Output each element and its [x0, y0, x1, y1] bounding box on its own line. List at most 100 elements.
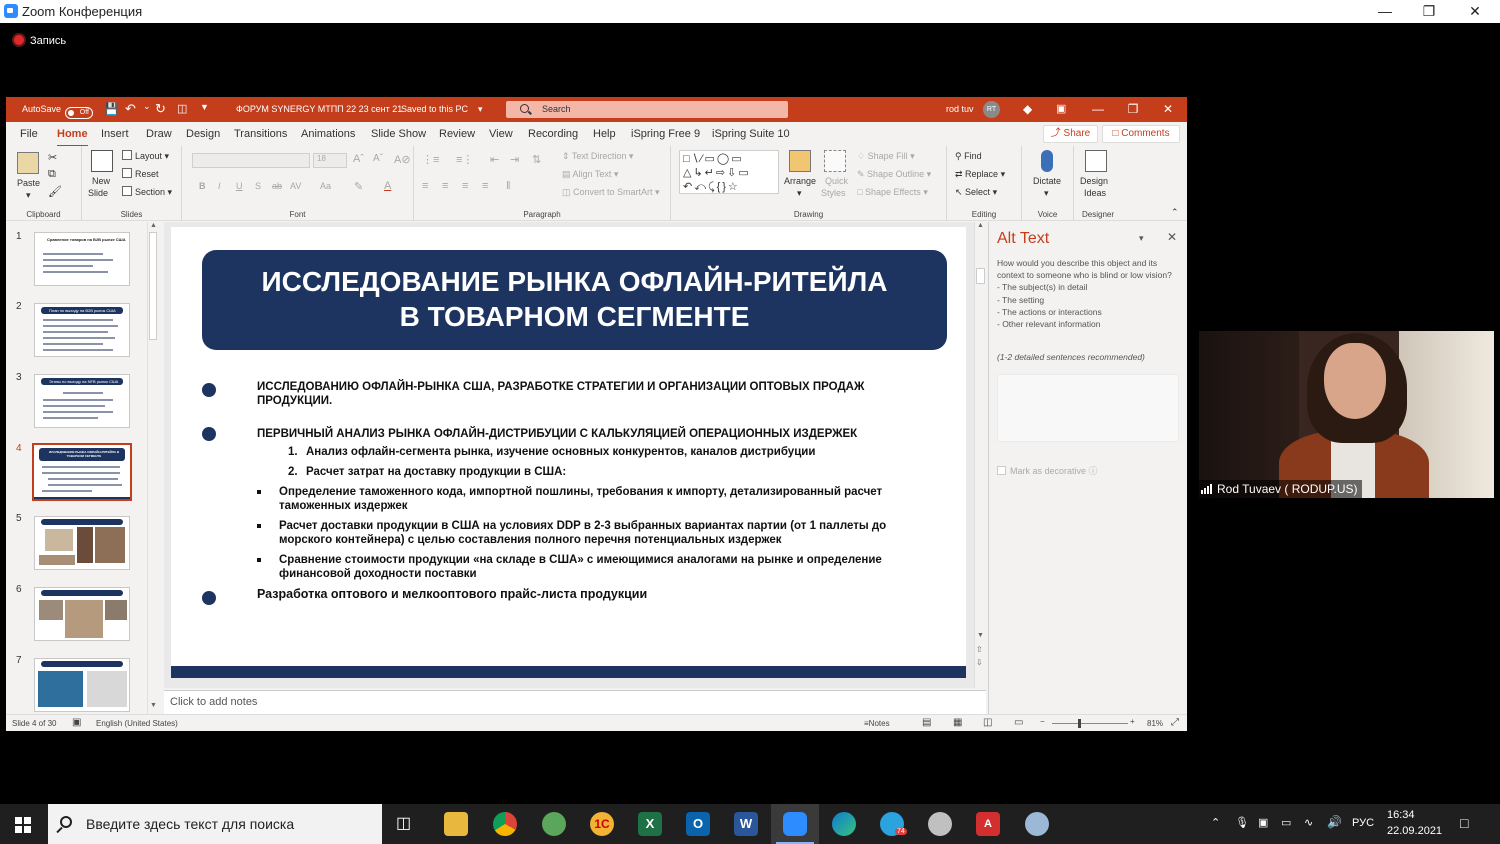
language-indicator[interactable]: English (United States) [96, 719, 178, 728]
tab-file[interactable]: File [20, 128, 38, 140]
shape-outline-button[interactable]: ✎ Shape Outline ▾ [857, 169, 931, 180]
change-case-button[interactable]: Aa [320, 181, 331, 191]
ribbon-display-icon[interactable]: ▣ [1056, 102, 1066, 115]
clock-time[interactable]: 16:34 [1387, 809, 1415, 821]
battery-icon[interactable]: ▭ [1281, 816, 1291, 829]
diamond-icon[interactable]: ◆ [1023, 102, 1032, 116]
pane-options-icon[interactable]: ▾ [1139, 233, 1144, 244]
zoom-app-icon[interactable] [783, 812, 807, 836]
tab-insert[interactable]: Insert [101, 128, 129, 140]
volume-icon[interactable]: 🔊 [1327, 815, 1342, 829]
language-indicator[interactable]: РУС [1352, 817, 1374, 829]
text-direction-button[interactable]: ⇕ Text Direction ▾ [562, 151, 633, 162]
accessibility-icon[interactable]: ▣ [72, 717, 81, 728]
saved-dropdown-icon[interactable]: ▾ [478, 104, 483, 115]
1c-icon[interactable]: 1С [590, 812, 614, 836]
slide-thumbnail-1[interactable]: Сравнение товаров на B2B рынке США [34, 232, 130, 286]
acrobat-icon[interactable]: A [976, 812, 1000, 836]
char-spacing-button[interactable]: AV [290, 181, 301, 191]
paint-icon[interactable] [1025, 812, 1049, 836]
section-button[interactable]: Section ▾ [122, 186, 172, 198]
slide-counter[interactable]: Slide 4 of 30 [12, 719, 56, 728]
copy-icon[interactable]: ⧉ [48, 168, 56, 181]
tab-ispring-suite[interactable]: iSpring Suite 10 [712, 128, 790, 140]
align-center-icon[interactable]: ≡ [442, 180, 448, 192]
minimize-icon[interactable]: — [1362, 0, 1408, 23]
new-slide-label-2[interactable]: Slide [88, 188, 108, 198]
zoom-percentage[interactable]: 81% [1147, 719, 1163, 728]
columns-icon[interactable]: ‖ [506, 180, 511, 192]
decrease-indent-icon[interactable]: ⇤ [490, 153, 499, 166]
close-icon[interactable]: ✕ [1452, 0, 1498, 23]
quick-styles-icon[interactable] [824, 150, 846, 172]
zoom-out-icon[interactable]: − [1040, 717, 1045, 726]
dictate-label[interactable]: Dictate [1033, 176, 1061, 186]
reset-button[interactable]: Reset [122, 168, 159, 179]
zoom-slider[interactable] [1052, 723, 1128, 724]
cut-icon[interactable]: ✂ [48, 151, 57, 164]
outlook-icon[interactable]: O [686, 812, 710, 836]
numbering-icon[interactable]: ≡⋮ [456, 153, 473, 166]
design-ideas-label-2[interactable]: Ideas [1084, 188, 1106, 198]
new-slide-label-1[interactable]: New [92, 176, 110, 186]
bold-button[interactable]: B [199, 181, 206, 191]
paste-dropdown-icon[interactable]: ▾ [26, 190, 31, 201]
zoom-slider-thumb[interactable] [1078, 719, 1081, 728]
scrollbar-thumb[interactable] [149, 232, 157, 340]
tab-home[interactable]: Home [57, 128, 88, 147]
notes-toggle-button[interactable]: ≡Notes [864, 719, 890, 728]
tab-review[interactable]: Review [439, 128, 475, 140]
justify-icon[interactable]: ≡ [482, 180, 488, 192]
customize-qat-icon[interactable]: ▼ [200, 102, 209, 112]
task-view-icon[interactable]: ◫ [396, 813, 411, 833]
slide-thumbnail-7[interactable] [34, 658, 130, 712]
start-button[interactable] [15, 817, 31, 833]
alt-text-input[interactable] [997, 374, 1179, 442]
slide-title-banner[interactable]: ИССЛЕДОВАНИЕ РЫНКА ОФЛАЙН-РИТЕЙЛА В ТОВА… [202, 250, 947, 350]
design-ideas-icon[interactable] [1085, 150, 1107, 172]
info-icon[interactable]: ⓘ [1089, 466, 1098, 476]
redo-icon[interactable]: ↻ [155, 101, 166, 117]
slide-thumbnail-6[interactable] [34, 587, 130, 641]
grow-font-icon[interactable]: Aˆ [353, 153, 364, 165]
fit-to-window-icon[interactable]: ⤢ [1171, 717, 1179, 728]
zoom-in-icon[interactable]: + [1130, 717, 1135, 726]
ppt-close-icon[interactable]: ✕ [1151, 97, 1185, 122]
underline-button[interactable]: U [236, 181, 243, 191]
tab-slide-show[interactable]: Slide Show [371, 128, 426, 140]
next-slide-icon[interactable]: ⇩ [976, 658, 983, 667]
pane-close-icon[interactable]: ✕ [1167, 230, 1177, 244]
font-name-dropdown[interactable] [192, 153, 310, 168]
line-spacing-icon[interactable]: ⇅ [532, 153, 541, 166]
shape-fill-button[interactable]: ♢ Shape Fill ▾ [857, 151, 915, 162]
autosave-toggle[interactable]: Off [65, 103, 93, 119]
arrange-dropdown-icon[interactable]: ▾ [797, 188, 802, 199]
scroll-down-icon[interactable]: ▼ [150, 702, 157, 709]
tray-expand-icon[interactable]: ⌃ [1211, 816, 1220, 829]
thumbnails-scrollbar[interactable]: ▲ ▼ [147, 222, 159, 714]
normal-view-icon[interactable]: ▤ [922, 717, 931, 728]
tab-ispring-free[interactable]: iSpring Free 9 [631, 128, 700, 140]
shape-effects-button[interactable]: □ Shape Effects ▾ [857, 187, 928, 198]
quick-styles-label-2[interactable]: Styles [821, 188, 846, 198]
previous-slide-icon[interactable]: ⇧ [976, 645, 983, 654]
design-ideas-label-1[interactable]: Design [1080, 176, 1108, 186]
save-icon[interactable]: 💾 [104, 102, 119, 116]
tab-recording[interactable]: Recording [528, 128, 578, 140]
clock-date[interactable]: 22.09.2021 [1387, 825, 1442, 837]
font-size-dropdown[interactable]: 18 [313, 153, 347, 168]
align-left-icon[interactable]: ≡ [422, 180, 428, 192]
shapes-gallery[interactable]: □∖∕▭◯▭ △↳↵⇨⇩▭ ↶⤺⤹{}☆ [679, 150, 779, 194]
convert-smartart-button[interactable]: ◫ Convert to SmartArt ▾ [562, 187, 660, 198]
ppt-restore-icon[interactable]: ❐ [1116, 97, 1150, 122]
word-icon[interactable]: W [734, 812, 758, 836]
tab-transitions[interactable]: Transitions [234, 128, 287, 140]
layout-button[interactable]: Layout ▾ [122, 150, 169, 162]
find-button[interactable]: ⚲ Find [955, 151, 982, 162]
app-icon[interactable] [928, 812, 952, 836]
slide-thumbnail-3[interactable]: Этапы по выходу на NFB рынок США [34, 374, 130, 428]
ppt-minimize-icon[interactable]: — [1081, 97, 1115, 122]
excel-icon[interactable]: X [638, 812, 662, 836]
chrome-icon[interactable] [493, 812, 517, 836]
tab-help[interactable]: Help [593, 128, 616, 140]
